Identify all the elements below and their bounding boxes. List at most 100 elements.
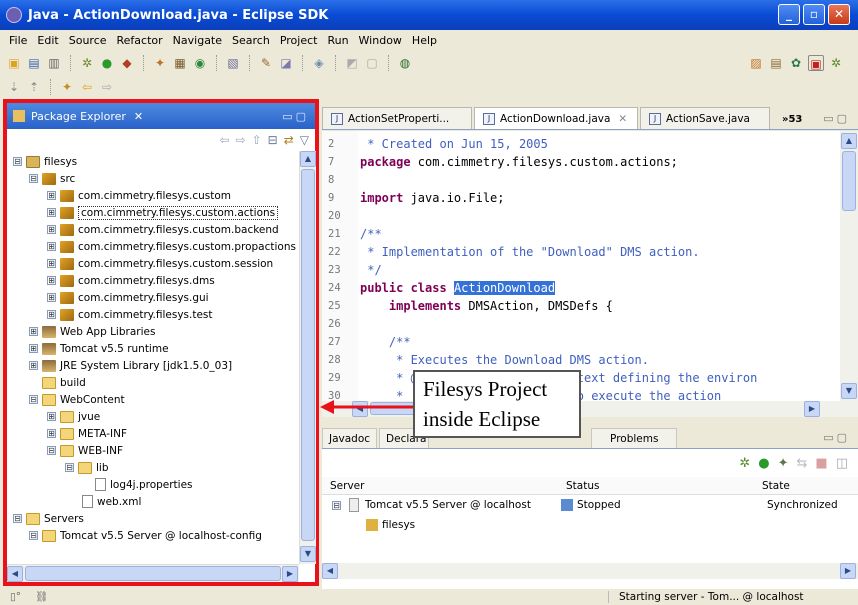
- shortcut-icon[interactable]: ⛓: [35, 590, 48, 603]
- tree-item-folder[interactable]: ⊟ lib: [65, 459, 109, 476]
- new-class-icon[interactable]: ◉: [192, 55, 208, 71]
- scroll-left-icon[interactable]: ◀: [7, 566, 23, 582]
- annotation-icon[interactable]: ◪: [278, 55, 294, 71]
- more-tabs-indicator[interactable]: »53: [772, 114, 808, 129]
- tree-item-package[interactable]: ⊞ com.cimmetry.filesys.dms: [47, 272, 215, 289]
- expand-icon[interactable]: ⊞: [29, 361, 38, 370]
- expand-icon[interactable]: ⊞: [47, 293, 56, 302]
- forward-icon[interactable]: ⇨: [236, 133, 246, 147]
- scroll-up-icon[interactable]: ▲: [841, 133, 857, 149]
- menu-run[interactable]: Run: [322, 34, 353, 47]
- view-menu-icon[interactable]: ▽: [300, 133, 309, 147]
- external-tools-icon[interactable]: ◆: [119, 55, 135, 71]
- tree-item-package[interactable]: ⊞ com.cimmetry.filesys.custom.propactions: [47, 238, 296, 255]
- server-child-row[interactable]: filesys: [322, 515, 858, 535]
- debug-server-icon[interactable]: ✲: [739, 456, 750, 471]
- tree-item-src[interactable]: ⊟ src: [29, 170, 75, 187]
- profile-server-icon[interactable]: ✦: [778, 456, 789, 471]
- java-perspective-icon[interactable]: ▣: [808, 55, 824, 71]
- tree-item-folder[interactable]: ⊞ jvue: [47, 408, 100, 425]
- scroll-up-icon[interactable]: ▲: [300, 151, 316, 167]
- link-editor-icon[interactable]: ⇄: [284, 133, 294, 147]
- save-icon[interactable]: ▤: [26, 55, 42, 71]
- forward-icon[interactable]: ⇨: [99, 79, 115, 95]
- run-icon[interactable]: ●: [99, 55, 115, 71]
- tree-item-folder[interactable]: ⊟ WEB-INF: [47, 442, 123, 459]
- new-java-project-icon[interactable]: ✦: [152, 55, 168, 71]
- tree-item-file[interactable]: web.xml: [82, 493, 141, 510]
- column-server[interactable]: Server: [322, 480, 554, 492]
- stop-server-icon[interactable]: ■: [815, 456, 827, 471]
- server-row[interactable]: ⊟ Tomcat v5.5 Server @ localhost Stopped…: [322, 495, 858, 515]
- tree-item-package[interactable]: ⊞ com.cimmetry.filesys.test: [47, 306, 213, 323]
- scroll-right-icon[interactable]: ▶: [804, 401, 820, 417]
- package-explorer-tab[interactable]: Package Explorer ✕ ▭▢: [7, 103, 315, 129]
- scroll-down-icon[interactable]: ▼: [300, 546, 316, 562]
- scroll-thumb[interactable]: [842, 151, 856, 211]
- scroll-thumb[interactable]: [301, 169, 315, 541]
- start-server-icon[interactable]: ●: [758, 456, 769, 471]
- tab-actionsetproperties[interactable]: J ActionSetProperti...: [322, 107, 472, 129]
- publish-icon[interactable]: ⇆: [797, 456, 808, 471]
- expand-icon[interactable]: ⊞: [47, 412, 56, 421]
- collapse-icon[interactable]: ⊟: [29, 174, 38, 183]
- column-status[interactable]: Status: [554, 480, 754, 492]
- open-type-icon[interactable]: ▧: [225, 55, 241, 71]
- close-window-button[interactable]: ✕: [828, 4, 850, 25]
- tree-item-folder[interactable]: ⊞ META-INF: [47, 425, 127, 442]
- tab-actiondownload[interactable]: J ActionDownload.java ✕: [474, 107, 638, 129]
- minimize-maximize-icon[interactable]: ▭▢: [282, 110, 309, 123]
- tree-item-server-config[interactable]: ⊟ Tomcat v5.5 Server @ localhost-config: [29, 527, 262, 544]
- prev-annotation-icon[interactable]: ⇡: [26, 79, 42, 95]
- tree-item-servers[interactable]: ⊟ Servers: [13, 510, 84, 527]
- new-icon[interactable]: ▣: [6, 55, 22, 71]
- code-editor[interactable]: 2 7 8 9 20 21 22 23 24 25 26 27 28 29 30…: [322, 131, 840, 401]
- package-explorer-vertical-scrollbar[interactable]: ▲ ▼: [299, 151, 316, 564]
- expand-icon[interactable]: ⊞: [47, 208, 56, 217]
- debug-icon[interactable]: ✲: [79, 55, 95, 71]
- minimize-maximize-icon[interactable]: ▭▢: [815, 431, 858, 448]
- scroll-left-icon[interactable]: ◀: [322, 563, 338, 579]
- tab-javadoc[interactable]: Javadoc: [322, 428, 378, 448]
- open-perspective-icon[interactable]: ▨: [748, 55, 764, 71]
- expand-icon[interactable]: ⊞: [47, 276, 56, 285]
- collapse-all-icon[interactable]: ⊟: [268, 133, 278, 147]
- view-menu-icon[interactable]: ◫: [836, 456, 848, 471]
- collapse-icon[interactable]: ⊟: [13, 157, 22, 166]
- team-perspective-icon[interactable]: ✿: [788, 55, 804, 71]
- menu-edit[interactable]: Edit: [32, 34, 63, 47]
- doc-icon[interactable]: ▢: [364, 55, 380, 71]
- expand-icon[interactable]: ⊞: [47, 429, 56, 438]
- back-icon[interactable]: ⇦: [79, 79, 95, 95]
- expand-icon[interactable]: ⊞: [47, 242, 56, 251]
- debug-perspective-icon[interactable]: ✲: [828, 55, 844, 71]
- scroll-right-icon[interactable]: ▶: [282, 566, 298, 582]
- expand-icon[interactable]: ⊞: [47, 191, 56, 200]
- tree-item-library[interactable]: ⊞ Tomcat v5.5 runtime: [29, 340, 169, 357]
- last-edit-icon[interactable]: ✦: [59, 79, 75, 95]
- up-icon[interactable]: ⇧: [252, 133, 262, 147]
- tree-item-library[interactable]: ⊞ JRE System Library [jdk1.5.0_03]: [29, 357, 232, 374]
- toggle-icon[interactable]: ◈: [311, 55, 327, 71]
- collapse-icon[interactable]: ⊟: [332, 500, 341, 510]
- maximize-button[interactable]: ▫: [803, 4, 825, 25]
- tree-item-library[interactable]: ⊞ Web App Libraries: [29, 323, 155, 340]
- editor-vertical-scrollbar[interactable]: ▲ ▼: [840, 131, 858, 401]
- minimize-button[interactable]: _: [778, 4, 800, 25]
- package-explorer-horizontal-scrollbar[interactable]: ◀ ▶: [7, 564, 299, 582]
- collapse-icon[interactable]: ⊟: [29, 531, 38, 540]
- tree-item-folder[interactable]: ⊟ WebContent: [29, 391, 125, 408]
- collapse-icon[interactable]: ⊟: [13, 514, 22, 523]
- back-icon[interactable]: ⇦: [219, 133, 229, 147]
- expand-icon[interactable]: ⊞: [47, 225, 56, 234]
- collapse-icon[interactable]: ⊟: [65, 463, 74, 472]
- menu-window[interactable]: Window: [354, 34, 407, 47]
- tab-actionsave[interactable]: J ActionSave.java: [640, 107, 770, 129]
- menu-file[interactable]: File: [4, 34, 32, 47]
- scroll-down-icon[interactable]: ▼: [841, 383, 857, 399]
- menu-search[interactable]: Search: [227, 34, 275, 47]
- collapse-icon[interactable]: ⊟: [29, 395, 38, 404]
- menu-navigate[interactable]: Navigate: [168, 34, 227, 47]
- tree-item-package[interactable]: ⊞ com.cimmetry.filesys.custom.session: [47, 255, 273, 272]
- expand-icon[interactable]: ⊞: [29, 344, 38, 353]
